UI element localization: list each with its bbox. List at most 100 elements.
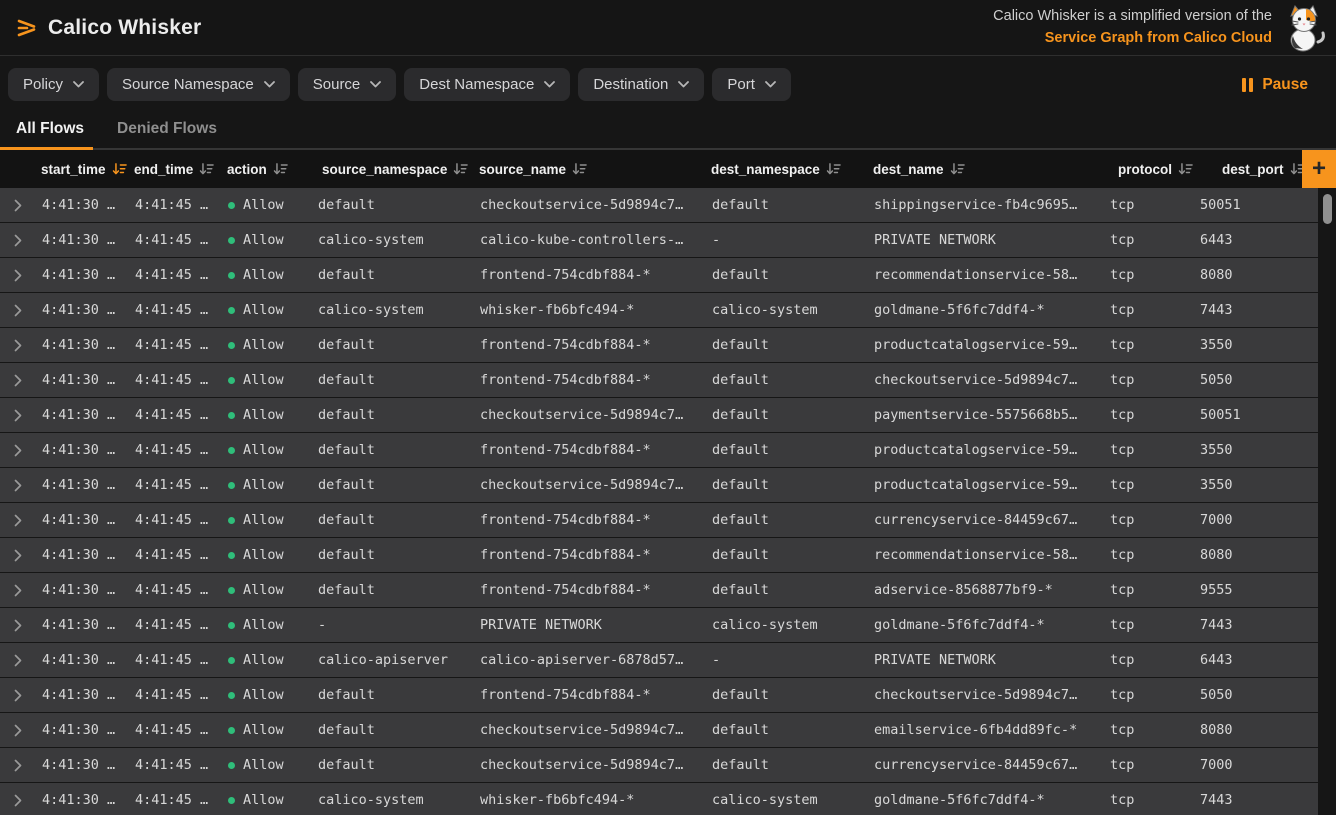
table-row[interactable]: 4:41:30 …4:41:45 …Allowdefaultfrontend-7… (0, 678, 1318, 712)
row-expander[interactable] (0, 304, 36, 317)
cell-source-namespace: default (312, 442, 474, 458)
cell-source-name: frontend-754cdbf884-* (474, 582, 706, 598)
chevron-right-icon (14, 619, 22, 632)
cell-dest-port: 7000 (1194, 757, 1318, 773)
cell-end-time: 4:41:45 … (129, 652, 222, 668)
add-column-button[interactable]: + (1302, 150, 1336, 188)
table-row[interactable]: 4:41:30 …4:41:45 …Allowcalico-systemcali… (0, 223, 1318, 257)
cell-source-namespace: default (312, 407, 474, 423)
column-header-dest-port[interactable]: dest_port (1194, 162, 1302, 177)
filter-port-label: Port (727, 76, 755, 93)
filter-policy-label: Policy (23, 76, 63, 93)
column-header-source-name[interactable]: source_name (474, 162, 706, 177)
row-expander[interactable] (0, 759, 36, 772)
row-expander[interactable] (0, 199, 36, 212)
cell-protocol: tcp (1104, 512, 1194, 528)
cell-start-time: 4:41:30 … (36, 372, 129, 388)
row-expander[interactable] (0, 479, 36, 492)
cell-protocol: tcp (1104, 617, 1194, 633)
filter-source[interactable]: Source (298, 68, 397, 101)
row-expander[interactable] (0, 654, 36, 667)
column-header-end-time[interactable]: end_time (129, 162, 222, 177)
table-row[interactable]: 4:41:30 …4:41:45 …Allowcalico-systemwhis… (0, 783, 1318, 815)
row-expander[interactable] (0, 234, 36, 247)
action-label: Allow (243, 232, 284, 248)
cell-dest-namespace: - (706, 232, 868, 248)
row-expander[interactable] (0, 584, 36, 597)
row-expander[interactable] (0, 444, 36, 457)
row-expander[interactable] (0, 409, 36, 422)
calico-cat-mascot-image (1282, 4, 1326, 52)
table-row[interactable]: 4:41:30 …4:41:45 …Allowdefaultcheckoutse… (0, 398, 1318, 432)
row-expander[interactable] (0, 619, 36, 632)
sort-icon (273, 162, 288, 176)
cell-start-time: 4:41:30 … (36, 582, 129, 598)
cell-start-time: 4:41:30 … (36, 512, 129, 528)
chevron-right-icon (14, 514, 22, 527)
row-expander[interactable] (0, 724, 36, 737)
table-row[interactable]: 4:41:30 …4:41:45 …Allowdefaultcheckoutse… (0, 468, 1318, 502)
pause-icon (1242, 78, 1253, 92)
cell-dest-name: recommendationservice-58… (868, 547, 1104, 563)
column-header-source-namespace[interactable]: source_namespace (312, 162, 474, 177)
cell-start-time: 4:41:30 … (36, 197, 129, 213)
table-row[interactable]: 4:41:30 …4:41:45 …Allowdefaultcheckoutse… (0, 188, 1318, 222)
chevron-down-icon (264, 81, 275, 88)
row-expander[interactable] (0, 339, 36, 352)
column-header-protocol[interactable]: protocol (1104, 162, 1194, 177)
chevron-right-icon (14, 199, 22, 212)
tab-denied-flows[interactable]: Denied Flows (117, 113, 217, 148)
column-header-dest-namespace[interactable]: dest_namespace (706, 162, 868, 177)
column-header-dest-name[interactable]: dest_name (868, 162, 1104, 177)
service-graph-link[interactable]: Service Graph from Calico Cloud (993, 28, 1272, 49)
table-row[interactable]: 4:41:30 …4:41:45 …Allow-PRIVATE NETWORKc… (0, 608, 1318, 642)
table-row[interactable]: 4:41:30 …4:41:45 …Allowdefaultfrontend-7… (0, 258, 1318, 292)
sort-icon (1178, 162, 1193, 176)
filter-port[interactable]: Port (712, 68, 791, 101)
cell-start-time: 4:41:30 … (36, 232, 129, 248)
vertical-scrollbar[interactable] (1318, 188, 1336, 815)
cell-dest-port: 9555 (1194, 582, 1318, 598)
table-row[interactable]: 4:41:30 …4:41:45 …Allowdefaultfrontend-7… (0, 328, 1318, 362)
filter-dest-namespace[interactable]: Dest Namespace (404, 68, 570, 101)
cell-dest-name: goldmane-5f6fc7ddf4-* (868, 792, 1104, 808)
table-row[interactable]: 4:41:30 …4:41:45 …Allowdefaultfrontend-7… (0, 538, 1318, 572)
table-row[interactable]: 4:41:30 …4:41:45 …Allowdefaultfrontend-7… (0, 433, 1318, 467)
row-expander[interactable] (0, 549, 36, 562)
cell-end-time: 4:41:45 … (129, 232, 222, 248)
cell-dest-name: currencyservice-84459c67… (868, 757, 1104, 773)
scrollbar-thumb[interactable] (1323, 194, 1332, 224)
table-row[interactable]: 4:41:30 …4:41:45 …Allowcalico-systemwhis… (0, 293, 1318, 327)
action-label: Allow (243, 757, 284, 773)
row-expander[interactable] (0, 689, 36, 702)
row-expander[interactable] (0, 269, 36, 282)
row-expander[interactable] (0, 794, 36, 807)
table-body: 4:41:30 …4:41:45 …Allowdefaultcheckoutse… (0, 188, 1318, 815)
action-label: Allow (243, 197, 284, 213)
filter-destination[interactable]: Destination (578, 68, 704, 101)
row-expander[interactable] (0, 514, 36, 527)
allow-status-dot (228, 342, 235, 349)
cell-action: Allow (222, 302, 312, 318)
row-expander[interactable] (0, 374, 36, 387)
tab-all-flows[interactable]: All Flows (16, 113, 84, 148)
column-header-action[interactable]: action (222, 162, 312, 177)
filter-policy[interactable]: Policy (8, 68, 99, 101)
table-row[interactable]: 4:41:30 …4:41:45 …Allowdefaultfrontend-7… (0, 573, 1318, 607)
cell-protocol: tcp (1104, 267, 1194, 283)
cell-source-name: frontend-754cdbf884-* (474, 267, 706, 283)
table-row[interactable]: 4:41:30 …4:41:45 …Allowdefaultcheckoutse… (0, 748, 1318, 782)
table-row[interactable]: 4:41:30 …4:41:45 …Allowdefaultfrontend-7… (0, 503, 1318, 537)
table-row[interactable]: 4:41:30 …4:41:45 …Allowcalico-apiserverc… (0, 643, 1318, 677)
filter-source-namespace[interactable]: Source Namespace (107, 68, 290, 101)
column-header-start-time[interactable]: start_time (36, 162, 129, 177)
cell-action: Allow (222, 792, 312, 808)
top-header: Calico Whisker Calico Whisker is a simpl… (0, 0, 1336, 56)
table-row[interactable]: 4:41:30 …4:41:45 …Allowdefaultfrontend-7… (0, 363, 1318, 397)
pause-button[interactable]: Pause (1230, 76, 1320, 94)
cell-source-namespace: default (312, 582, 474, 598)
table-row[interactable]: 4:41:30 …4:41:45 …Allowdefaultcheckoutse… (0, 713, 1318, 747)
cell-dest-name: emailservice-6fb4dd89fc-* (868, 722, 1104, 738)
chevron-right-icon (14, 479, 22, 492)
chevron-right-icon (14, 654, 22, 667)
